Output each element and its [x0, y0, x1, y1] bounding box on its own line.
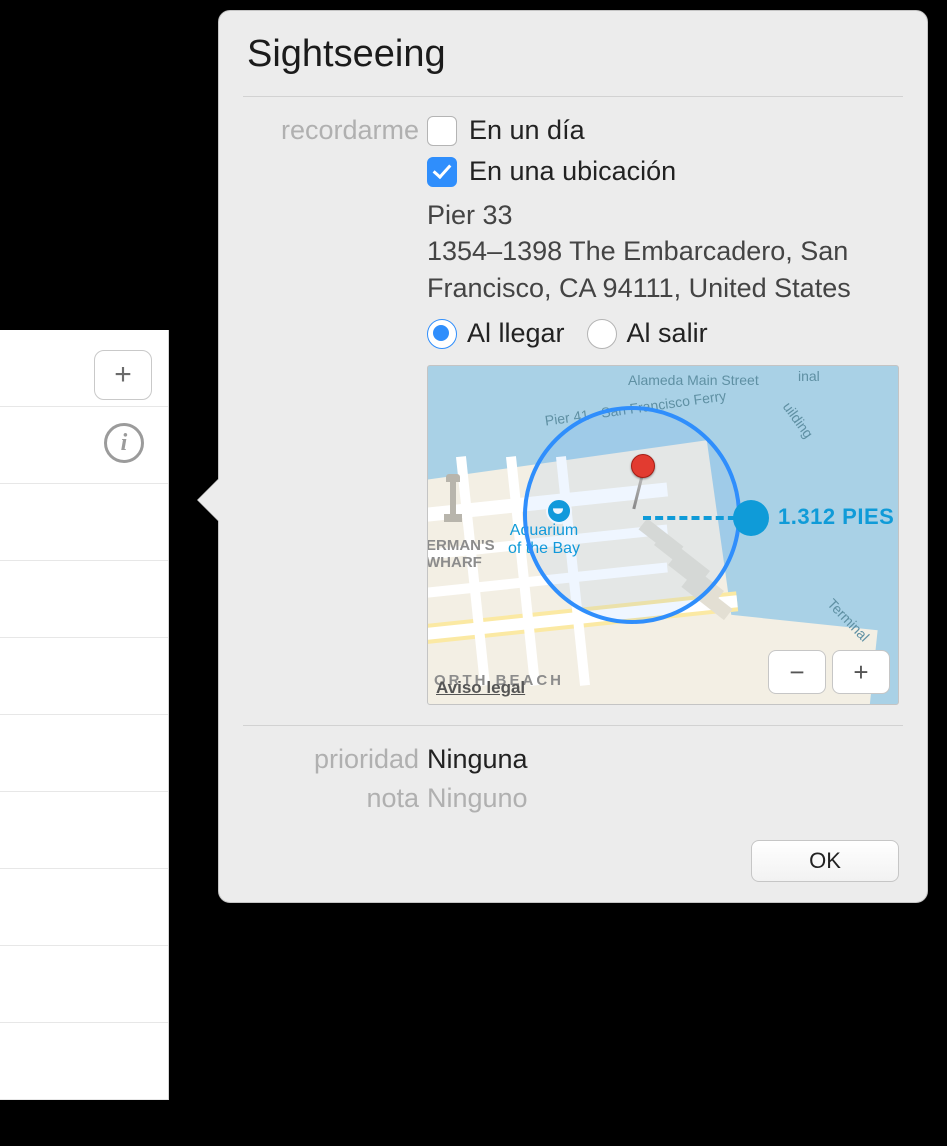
popover-arrow — [198, 478, 220, 522]
map-zoom-controls: − + — [768, 650, 890, 694]
map-street-label: uilding — [780, 399, 817, 441]
list-row[interactable] — [0, 946, 168, 1023]
button-bar: OK — [247, 822, 899, 882]
map-monument-icon — [440, 474, 466, 524]
arrive-radio[interactable]: Al llegar — [427, 318, 565, 349]
list-row[interactable] — [0, 1023, 168, 1100]
list-row[interactable] — [0, 561, 168, 638]
divider — [243, 725, 903, 726]
location-street-address: 1354–1398 The Embarcadero, San Francisco… — [427, 233, 899, 306]
zoom-in-button[interactable]: + — [832, 650, 890, 694]
reminder-details-popover: Sightseeing recordarme En un día En una … — [218, 10, 928, 903]
map-street-label: Alameda Main Street — [628, 372, 759, 388]
add-reminder-button[interactable]: + — [94, 350, 152, 400]
geofence-circle[interactable] — [523, 406, 741, 624]
priority-row[interactable]: prioridad Ninguna — [247, 744, 899, 775]
plus-icon: + — [853, 657, 868, 688]
list-row[interactable] — [0, 638, 168, 715]
radio-dot-icon — [427, 319, 457, 349]
map-area-label: ERMAN'S WHARF — [427, 538, 495, 571]
remind-on-day-label: En un día — [469, 115, 585, 146]
note-field[interactable]: Ninguno — [427, 783, 528, 814]
remind-at-location-checkbox[interactable] — [427, 157, 457, 187]
info-icon[interactable]: i — [104, 423, 144, 463]
radio-dot-icon — [587, 319, 617, 349]
leave-radio[interactable]: Al salir — [587, 318, 708, 349]
arrive-radio-label: Al llegar — [467, 318, 565, 349]
reminder-title[interactable]: Sightseeing — [247, 11, 899, 96]
location-place-name: Pier 33 — [427, 197, 899, 233]
note-label: nota — [247, 783, 427, 814]
list-row[interactable] — [0, 484, 168, 561]
priority-label: prioridad — [247, 744, 427, 775]
arrive-leave-radio-group: Al llegar Al salir — [427, 318, 899, 349]
remind-label: recordarme — [247, 115, 427, 146]
geofence-radius-label: 1.312 PIES — [778, 504, 894, 530]
zoom-out-button[interactable]: − — [768, 650, 826, 694]
geofence-radius-handle[interactable] — [733, 500, 769, 536]
list-row[interactable] — [0, 869, 168, 946]
ok-button[interactable]: OK — [751, 840, 899, 882]
minus-icon: − — [789, 657, 804, 688]
remind-at-location-label: En una ubicación — [469, 156, 676, 187]
priority-value[interactable]: Ninguna — [427, 744, 528, 775]
reminders-list-strip: + i — [0, 330, 169, 1100]
note-row[interactable]: nota Ninguno — [247, 783, 899, 814]
map-street-label: inal — [798, 368, 820, 384]
remind-at-location-row[interactable]: En una ubicación — [427, 156, 899, 187]
list-row[interactable] — [0, 715, 168, 792]
remind-section: recordarme En un día En una ubicación Pi… — [247, 97, 899, 705]
plus-icon: + — [114, 358, 132, 392]
location-map[interactable]: inal Alameda Main Street Pier 41 - San F… — [427, 365, 899, 705]
map-legal-link[interactable]: Aviso legal — [436, 678, 525, 698]
remind-on-day-checkbox[interactable] — [427, 116, 457, 146]
leave-radio-label: Al salir — [627, 318, 708, 349]
list-row[interactable] — [0, 792, 168, 869]
list-row[interactable]: + — [0, 330, 168, 407]
list-row[interactable]: i — [0, 407, 168, 484]
location-address[interactable]: Pier 33 1354–1398 The Embarcadero, San F… — [427, 197, 899, 306]
remind-options: En un día En una ubicación Pier 33 1354–… — [427, 115, 899, 705]
remind-on-day-row[interactable]: En un día — [427, 115, 899, 146]
